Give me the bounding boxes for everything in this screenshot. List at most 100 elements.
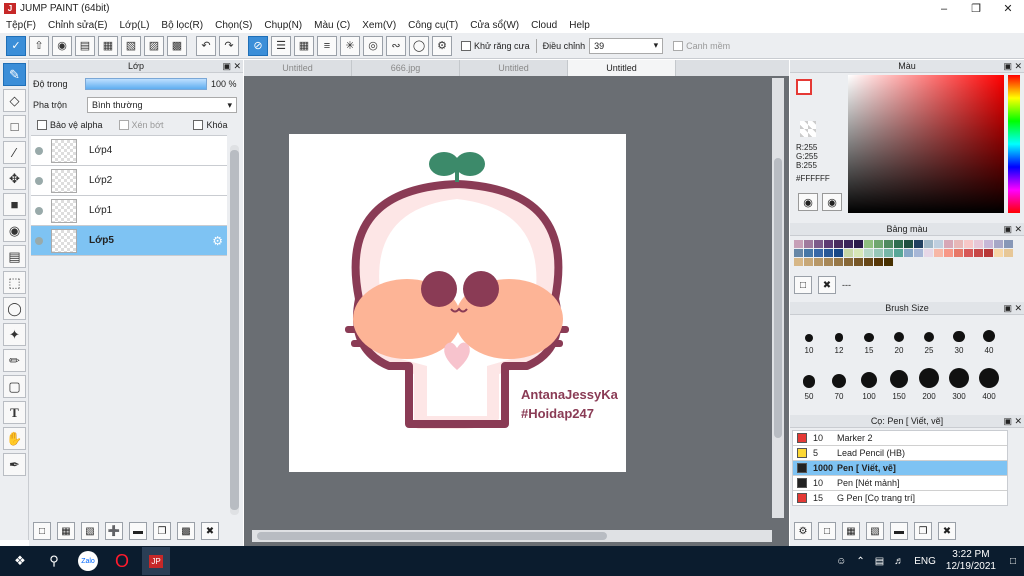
brush-item[interactable]: 5 Lead Pencil (HB) (793, 446, 1007, 461)
menu-filter[interactable]: Bộ lọc(R) (155, 20, 209, 31)
brush-size-option[interactable]: 20 (884, 317, 914, 355)
page-icon[interactable]: ▦ (98, 35, 118, 56)
brush-size-option[interactable]: 70 (824, 363, 854, 401)
palette-swatch[interactable] (904, 240, 913, 248)
layer-row-selected[interactable]: Lớp5 ⚙ (31, 226, 227, 256)
palette-swatch[interactable] (834, 249, 843, 257)
brush-size-option[interactable]: 25 (914, 317, 944, 355)
volume-icon[interactable]: ♬ (894, 556, 904, 567)
duplicate-icon[interactable]: ❐ (153, 522, 171, 540)
brush-size-option[interactable]: 30 (944, 317, 974, 355)
gradient-tool-icon[interactable]: ▤ (3, 245, 26, 268)
palette-swatch[interactable] (974, 240, 983, 248)
brush-size-option[interactable]: 40 (974, 317, 1004, 355)
visibility-icon[interactable] (35, 206, 43, 215)
brush-settings-icon[interactable]: ⚙ (794, 522, 812, 540)
brush-size-option[interactable]: 10 (794, 317, 824, 355)
palette-swatch[interactable] (914, 240, 923, 248)
jump-paint-taskbar-icon[interactable]: JP (142, 547, 170, 575)
palette-swatch[interactable] (854, 240, 863, 248)
doc-tab[interactable]: Untitled (244, 60, 352, 76)
brush-duplicate-icon[interactable]: ❐ (914, 522, 932, 540)
ruler-off-icon[interactable]: ⊘ (248, 35, 268, 56)
new-brush-icon[interactable]: □ (818, 522, 836, 540)
palette-swatch[interactable] (984, 240, 993, 248)
palette-swatch[interactable] (954, 249, 963, 257)
protect-alpha-checkbox[interactable] (37, 120, 47, 130)
perspective-icon[interactable]: ≡ (317, 35, 337, 56)
palette-swatch[interactable] (864, 249, 873, 257)
brush-copy-icon[interactable]: ▧ (866, 522, 884, 540)
new-raster-icon[interactable]: ▦ (57, 522, 75, 540)
radial-icon[interactable]: ✳ (340, 35, 360, 56)
notification-icon[interactable]: □ (1010, 556, 1016, 567)
palette-swatch[interactable] (804, 258, 813, 266)
palette-swatch[interactable] (804, 240, 813, 248)
select-rect-tool-icon[interactable]: ⬚ (3, 271, 26, 294)
foreground-color-swatch[interactable] (796, 79, 812, 95)
language-indicator[interactable]: ENG (914, 556, 936, 567)
hue-slider[interactable] (1008, 75, 1020, 213)
brush-size-option[interactable]: 15 (854, 317, 884, 355)
smooth-checkbox[interactable] (673, 40, 684, 51)
doc-tab-active[interactable]: Untitled (568, 60, 676, 76)
check-icon[interactable]: ✓ (6, 35, 26, 56)
add-layer-menu-icon[interactable]: ➕ (105, 522, 123, 540)
palette-swatch[interactable] (794, 240, 803, 248)
minimize-button[interactable]: – (928, 0, 960, 17)
list-check-icon[interactable]: ▩ (167, 35, 187, 56)
canvas-vscroll[interactable] (772, 78, 784, 518)
undo-icon[interactable]: ↶ (196, 35, 216, 56)
palette-swatch[interactable] (924, 249, 933, 257)
layers-icon[interactable]: ▨ (144, 35, 164, 56)
layer-row[interactable]: Lớp4 (31, 136, 227, 166)
fill-shape-tool-icon[interactable]: ■ (3, 193, 26, 216)
palette-swatch[interactable] (824, 258, 833, 266)
text-tool-icon[interactable]: T (3, 401, 26, 424)
palette-swatch[interactable] (844, 249, 853, 257)
brush-item[interactable]: 10 Pen [Nét mảnh] (793, 476, 1007, 491)
line-tool-icon[interactable]: ∕ (3, 141, 26, 164)
palette-swatch[interactable] (1004, 249, 1013, 257)
menu-color[interactable]: Màu (C) (308, 20, 356, 31)
new-palette-icon[interactable]: □ (794, 276, 812, 294)
move-tool-icon[interactable]: ✥ (3, 167, 26, 190)
lasso-tool-icon[interactable]: ◯ (3, 297, 26, 320)
saturation-value-picker[interactable] (848, 75, 1004, 213)
bucket-tool-icon[interactable]: ◉ (3, 219, 26, 242)
palette-swatch[interactable] (874, 249, 883, 257)
palette-swatch[interactable] (824, 249, 833, 257)
canvas-hscroll[interactable] (252, 530, 772, 542)
transparent-color-icon[interactable] (800, 121, 816, 137)
palette-swatch[interactable] (954, 240, 963, 248)
palette-swatch[interactable] (944, 240, 953, 248)
delete-palette-icon[interactable]: ✖ (818, 276, 836, 294)
brush-folder-icon[interactable]: ▬ (890, 522, 908, 540)
palette-swatches[interactable] (790, 236, 1024, 274)
antialias-checkbox[interactable] (461, 40, 471, 51)
network-icon[interactable]: ▤ (875, 556, 884, 567)
palette-swatch[interactable] (834, 258, 843, 266)
windows-start-icon[interactable]: ❖ (6, 547, 34, 575)
panel-close-icon[interactable]: ▣ ✕ (222, 60, 241, 73)
concentric-icon[interactable]: ◎ (363, 35, 383, 56)
palette-swatch[interactable] (964, 249, 973, 257)
palette-swatch[interactable] (814, 249, 823, 257)
palette-swatch[interactable] (814, 240, 823, 248)
comment-icon[interactable]: ▤ (75, 35, 95, 56)
eyedropper-tool-icon[interactable]: ✒ (3, 453, 26, 476)
doc-tab[interactable]: 666.jpg (352, 60, 460, 76)
palette-swatch[interactable] (894, 249, 903, 257)
brush-item-selected[interactable]: 1000 Pen [ Viết, vẽ] (793, 461, 1007, 476)
select-eraser-tool-icon[interactable]: ▢ (3, 375, 26, 398)
zalo-icon[interactable]: Zalo (74, 547, 102, 575)
brush-size-option[interactable]: 12 (824, 317, 854, 355)
clock[interactable]: 3:22 PM 12/19/2021 (946, 549, 996, 573)
menu-help[interactable]: Help (563, 20, 596, 31)
opera-icon[interactable]: O (108, 547, 136, 575)
ellipse-icon[interactable]: ◯ (409, 35, 429, 56)
pages-icon[interactable]: ▧ (121, 35, 141, 56)
palette-swatch[interactable] (964, 240, 973, 248)
palette-swatch[interactable] (834, 240, 843, 248)
new-vector-icon[interactable]: ▧ (81, 522, 99, 540)
